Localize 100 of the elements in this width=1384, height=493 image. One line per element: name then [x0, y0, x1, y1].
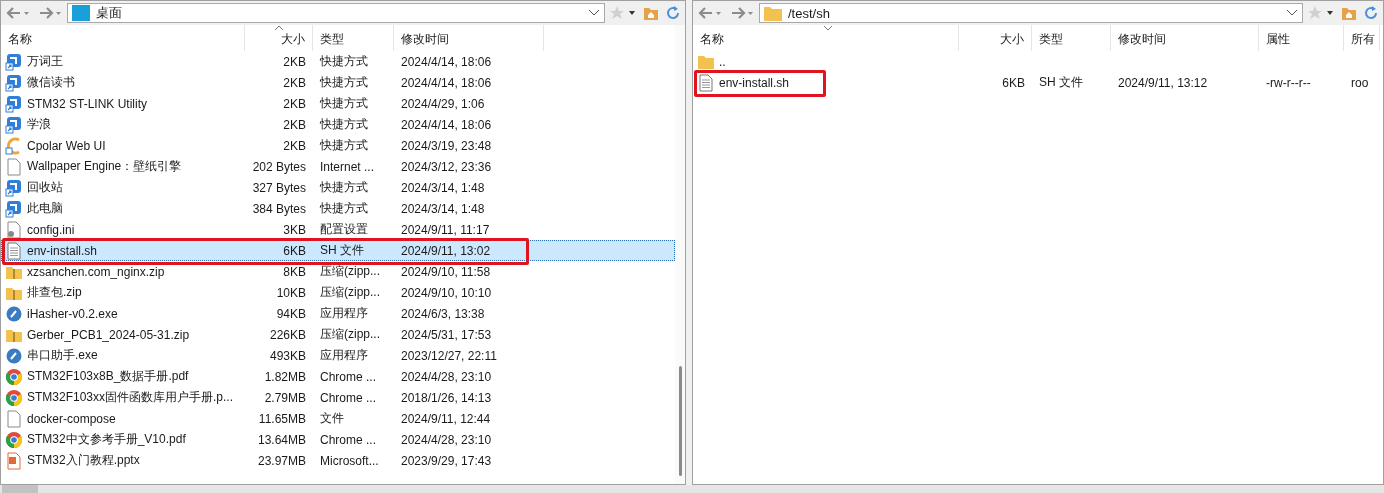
file-row[interactable]: xzsanchen.com_nginx.zip 8KB 压缩(zipp... 2024/9/10, 11:58 [1, 261, 675, 282]
table-cell-text: 2023/12/27, 22:11 [400, 348, 498, 363]
home-folder-icon [1341, 5, 1357, 21]
table-cell-text: 文件 [319, 410, 345, 427]
shortcut-icon [5, 52, 23, 71]
file-name: .. [719, 54, 726, 69]
table-cell-text: 94KB [275, 306, 307, 321]
column-header[interactable]: 名称 [1, 25, 245, 51]
table-cell-text: 3KB [282, 222, 307, 237]
file-name: 回收站 [27, 179, 63, 196]
path-field[interactable]: /test/sh [759, 3, 1303, 23]
table-cell-text: 2024/9/11, 11:17 [400, 222, 491, 237]
table-cell-text: 10KB [275, 285, 307, 300]
table-cell-text: 2KB [282, 75, 307, 90]
file-name: 万词王 [27, 53, 63, 70]
file-row[interactable]: 学浪 2KB 快捷方式 2024/4/14, 18:06 [1, 114, 675, 135]
application-icon [5, 346, 23, 365]
path-field[interactable]: 桌面 [67, 3, 605, 23]
file-row[interactable]: iHasher-v0.2.exe 94KB 应用程序 2024/6/3, 13:38 [1, 303, 675, 324]
chevron-down-icon[interactable] [588, 9, 600, 17]
file-row[interactable]: 排查包.zip 10KB 压缩(zipp... 2024/9/10, 10:10 [1, 282, 675, 303]
file-row[interactable]: .. [693, 51, 1383, 72]
file-row[interactable]: config.ini 3KB 配置设置 2024/9/11, 11:17 [1, 219, 675, 240]
column-header[interactable]: 修改时间 [1111, 25, 1259, 51]
table-cell-text: 压缩(zipp... [319, 284, 381, 301]
table-cell-text: 8KB [282, 264, 307, 279]
refresh-icon [665, 5, 681, 21]
file-name: docker-compose [27, 411, 116, 426]
file-name: 学浪 [27, 116, 51, 133]
file-row[interactable]: STM32中文参考手册_V10.pdf 13.64MB Chrome ... 2024/4/28, 23:10 [1, 429, 675, 450]
file-row[interactable]: STM32 ST-LINK Utility 2KB 快捷方式 2024/4/29, 1:06 [1, 93, 675, 114]
file-row[interactable]: 回收站 327 Bytes 快捷方式 2024/3/14, 1:48 [1, 177, 675, 198]
presentation-file-icon [5, 451, 23, 470]
file-row[interactable]: Wallpaper Engine：壁纸引擎 202 Bytes Internet ... 2024/3/12, 23:36 [1, 156, 675, 177]
table-cell-text: 应用程序 [319, 347, 369, 364]
file-row[interactable]: 串口助手.exe 493KB 应用程序 2023/12/27, 22:11 [1, 345, 675, 366]
shortcut-icon [5, 199, 23, 218]
table-cell-text: 快捷方式 [319, 116, 369, 133]
text-file-icon [5, 241, 23, 260]
table-cell-text: 2023/9/29, 17:43 [400, 453, 493, 468]
column-header[interactable]: 属性 [1259, 25, 1344, 51]
file-row[interactable]: STM32入门教程.pptx 23.97MB Microsoft... 2023/9/29, 17:43 [1, 450, 675, 471]
table-cell-text: Microsoft... [319, 453, 380, 468]
home-folder-icon [643, 5, 659, 21]
file-row[interactable]: docker-compose 11.65MB 文件 2024/9/11, 12:44 [1, 408, 675, 429]
column-header[interactable]: 修改时间 [394, 25, 544, 51]
column-header[interactable]: 类型 [313, 25, 394, 51]
table-cell-text: 2KB [282, 138, 307, 153]
settings-file-icon [5, 220, 23, 239]
chrome-icon [5, 367, 23, 386]
chevron-down-icon[interactable] [1286, 9, 1298, 17]
refresh-icon [1363, 5, 1379, 21]
horizontal-scrollbar[interactable] [0, 485, 1384, 493]
scrollbar[interactable] [675, 25, 685, 484]
table-cell-text: 327 Bytes [251, 180, 307, 195]
file-name: env-install.sh [27, 243, 98, 258]
star-icon [609, 5, 637, 21]
arrow-right-icon [730, 6, 754, 20]
file-name: STM32中文参考手册_V10.pdf [27, 431, 186, 448]
file-row[interactable]: STM32F103x8B_数据手册.pdf 1.82MB Chrome ... 2024/4/28, 23:10 [1, 366, 675, 387]
table-cell-text: 快捷方式 [319, 53, 369, 70]
file-row[interactable]: env-install.sh 6KB SH 文件 2024/9/11, 13:12 -rw-r--r-- roo [693, 72, 1383, 93]
table-cell-text: 2024/3/14, 1:48 [400, 201, 486, 216]
file-row[interactable]: 万词王 2KB 快捷方式 2024/4/14, 18:06 [1, 51, 675, 72]
table-cell-text: 6KB [282, 243, 307, 258]
table-cell-text: 11.65MB [257, 411, 307, 426]
column-header[interactable]: 大小 [245, 25, 313, 51]
table-cell-text: -rw-r--r-- [1265, 75, 1312, 90]
chrome-icon [5, 388, 23, 407]
column-header[interactable]: 所有 [1344, 25, 1380, 51]
file-row[interactable]: 此电脑 384 Bytes 快捷方式 2024/3/14, 1:48 [1, 198, 675, 219]
file-name: 串口助手.exe [27, 347, 98, 364]
file-row[interactable]: Gerber_PCB1_2024-05-31.zip 226KB 压缩(zipp... 2024/5/31, 17:53 [1, 324, 675, 345]
file-name: STM32入门教程.pptx [27, 452, 140, 469]
file-row[interactable]: Cpolar Web UI 2KB 快捷方式 2024/3/19, 23:48 [1, 135, 675, 156]
table-cell-text: Internet ... [319, 159, 376, 174]
table-cell-text: 2024/4/14, 18:06 [400, 75, 493, 90]
file-name: iHasher-v0.2.exe [27, 306, 118, 321]
table-cell-text: 2KB [282, 54, 307, 69]
file-name: STM32F103x8B_数据手册.pdf [27, 368, 189, 385]
file-row[interactable]: STM32F103xx固件函数库用户手册.p... 2.79MB Chrome ... 2018/1/26, 14:13 [1, 387, 675, 408]
table-cell-text: SH 文件 [1038, 74, 1084, 91]
table-cell-text: Chrome ... [319, 390, 377, 405]
table-cell-text: 2024/9/11, 13:12 [1117, 75, 1209, 90]
table-cell-text: Chrome ... [319, 369, 377, 384]
file-name: Wallpaper Engine：壁纸引擎 [27, 158, 182, 175]
table-cell-text: 快捷方式 [319, 74, 369, 91]
column-header[interactable]: 大小 [959, 25, 1032, 51]
file-name: config.ini [27, 222, 75, 237]
shortcut-icon [5, 94, 23, 113]
table-cell-text: 快捷方式 [319, 200, 369, 217]
column-header[interactable]: 类型 [1032, 25, 1111, 51]
chrome-icon [5, 430, 23, 449]
document-icon [5, 157, 23, 176]
file-name: Cpolar Web UI [27, 138, 106, 153]
file-row[interactable]: 微信读书 2KB 快捷方式 2024/4/14, 18:06 [1, 72, 675, 93]
table-cell-text: 384 Bytes [251, 201, 307, 216]
table-cell-text: 6KB [1001, 75, 1026, 90]
column-header[interactable]: 名称 [693, 25, 959, 51]
file-name: STM32 ST-LINK Utility [27, 96, 148, 111]
